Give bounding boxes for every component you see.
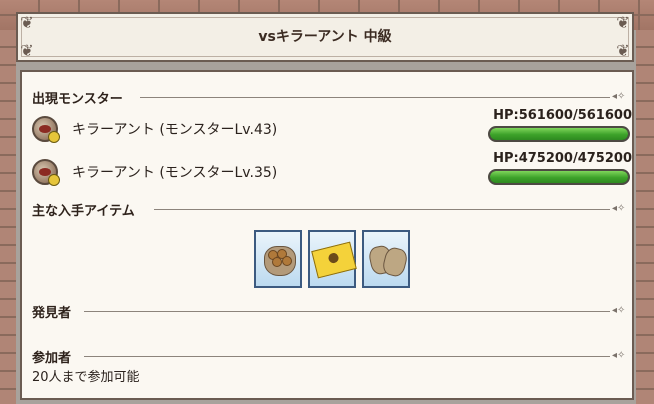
item-slot[interactable] <box>362 230 410 288</box>
participant-limit-text: 20人まで参加可能 <box>32 370 140 385</box>
divider-end-icon: ◂✧ <box>612 203 626 214</box>
item-slot[interactable] <box>254 230 302 288</box>
hp-bar <box>488 126 630 142</box>
hp-bar-fill <box>490 171 628 183</box>
killer-ant-icon <box>32 116 60 143</box>
killer-ant-icon <box>32 159 60 186</box>
gold-ticket-icon <box>311 241 357 279</box>
hp-bar <box>488 169 630 185</box>
divider-end-icon: ◂✧ <box>612 350 626 361</box>
raid-info-panel: 出現モンスター ◂✧ キラーアント (モンスターLv.43) HP:561600… <box>20 70 634 400</box>
title-panel: ❦ ❦ ❦ ❦ vsキラーアント 中級 <box>16 12 634 62</box>
brick-wall-right <box>636 30 654 404</box>
divider <box>154 209 610 210</box>
monsters-heading: 出現モンスター <box>32 92 123 107</box>
hp-text: HP:561600/561600 <box>493 108 632 123</box>
monster-name: キラーアント (モンスターLv.35) <box>72 165 278 181</box>
window-title: vsキラーアント 中級 <box>258 29 392 45</box>
discoverer-heading: 発見者 <box>32 306 72 321</box>
items-heading: 主な入手アイテム <box>32 204 135 219</box>
divider <box>84 356 610 357</box>
monster-name: キラーアント (モンスターLv.43) <box>72 122 278 138</box>
divider <box>140 97 610 98</box>
hp-bar-fill <box>490 128 628 140</box>
divider-end-icon: ◂✧ <box>612 91 626 102</box>
divider <box>84 311 610 312</box>
brick-wall-left <box>0 30 16 404</box>
item-slot[interactable] <box>308 230 357 288</box>
divider-end-icon: ◂✧ <box>612 305 626 316</box>
participants-heading: 参加者 <box>32 351 72 366</box>
hp-text: HP:475200/475200 <box>493 151 632 166</box>
